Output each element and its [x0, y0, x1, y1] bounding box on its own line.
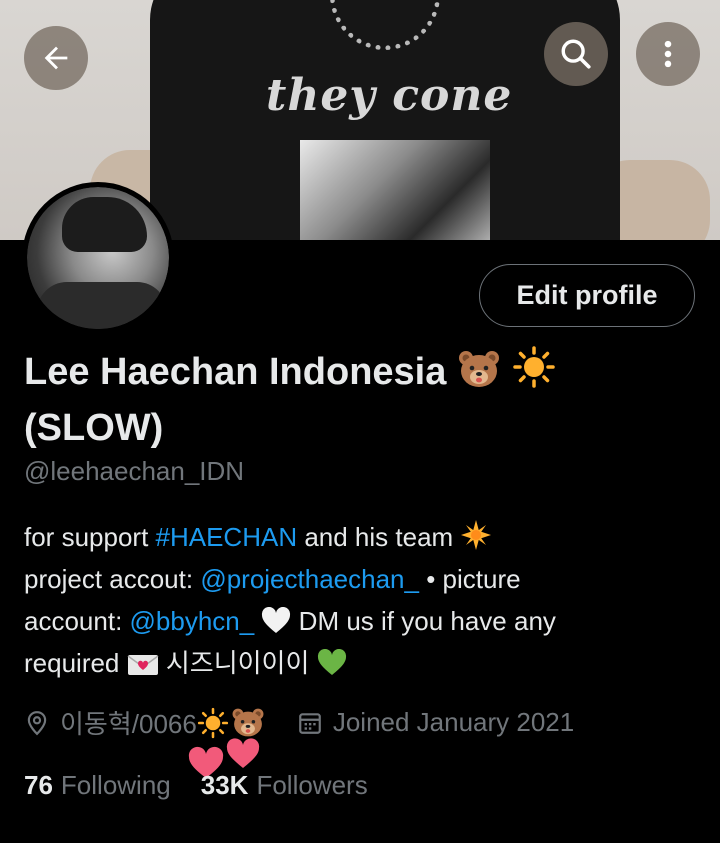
bear-face-icon — [458, 351, 499, 387]
bio-text: for support — [24, 522, 156, 552]
bio-text: required — [24, 648, 127, 678]
bio-text: • picture — [418, 564, 521, 594]
edit-profile-button[interactable]: Edit profile — [479, 264, 695, 327]
more-vertical-icon — [664, 40, 672, 68]
bio-text: and his team — [297, 522, 454, 552]
banner-shirt-text: they cone — [266, 70, 513, 121]
mention-link-projecthaechan[interactable]: @projecthaechan_ — [200, 564, 419, 594]
white-heart-icon — [262, 607, 291, 633]
search-icon — [561, 39, 591, 69]
bear-face-icon — [232, 708, 264, 737]
followers-link[interactable]: 33K Followers — [201, 770, 368, 801]
avatar-jacket — [37, 282, 167, 329]
following-label: Following — [60, 770, 171, 800]
back-button[interactable] — [24, 26, 88, 90]
display-name: Lee Haechan Indonesia (SLOW) — [24, 344, 684, 456]
search-button[interactable] — [544, 22, 608, 86]
profile-meta: 이동혁/0066 Joined January 2021 — [24, 704, 574, 741]
sun-icon — [197, 707, 228, 738]
hashtag-link[interactable]: #HAECHAN — [156, 522, 298, 552]
bio-text: DM us if you have any — [291, 606, 556, 636]
mention-link-bbyhcn[interactable]: @bbyhcn_ — [130, 606, 255, 636]
followers-label: Followers — [256, 770, 368, 800]
banner-shirt-print — [300, 140, 490, 240]
bio-text: project accout: — [24, 564, 201, 594]
followers-count: 33K — [200, 770, 249, 800]
green-heart-icon — [317, 649, 346, 675]
avatar-photo — [27, 187, 169, 329]
avatar-hair — [62, 197, 147, 252]
joined-item: Joined January 2021 — [297, 707, 574, 738]
love-letter-icon — [127, 655, 159, 675]
joined-date-text: Joined January 2021 — [332, 707, 575, 737]
bio-line-2: project accout: @projecthaechan_ • pictu… — [24, 558, 704, 600]
profile-bio: for support #HAECHAN and his team projec… — [24, 516, 704, 684]
sparkle-star-icon — [461, 520, 492, 550]
more-options-button[interactable] — [636, 22, 700, 86]
bio-korean-text: 시즈니이이이 — [158, 648, 317, 678]
username-handle: @leehaechan_IDN — [24, 456, 245, 486]
location-pin-icon — [27, 710, 47, 735]
profile-avatar[interactable] — [22, 182, 174, 334]
bio-line-1: for support #HAECHAN and his team — [24, 516, 704, 558]
bio-line-3: account: @bbyhcn_ DM us if you have any — [24, 600, 704, 642]
following-count: 76 — [24, 770, 53, 800]
location-item: 이동혁/0066 — [24, 704, 275, 741]
follow-stats: 76 Following 33K Followers — [24, 770, 368, 801]
arrow-left-icon — [44, 46, 68, 70]
display-name-line1: Lee Haechan Indonesia — [24, 351, 447, 393]
location-text: 이동혁/0066 — [60, 709, 197, 739]
sun-icon — [512, 346, 555, 388]
calendar-icon — [298, 712, 321, 734]
bio-line-4: required 시즈니이이이 — [24, 642, 704, 684]
display-name-line2: (SLOW) — [24, 407, 164, 449]
following-link[interactable]: 76 Following — [24, 770, 171, 801]
bio-text: account: — [24, 606, 130, 636]
